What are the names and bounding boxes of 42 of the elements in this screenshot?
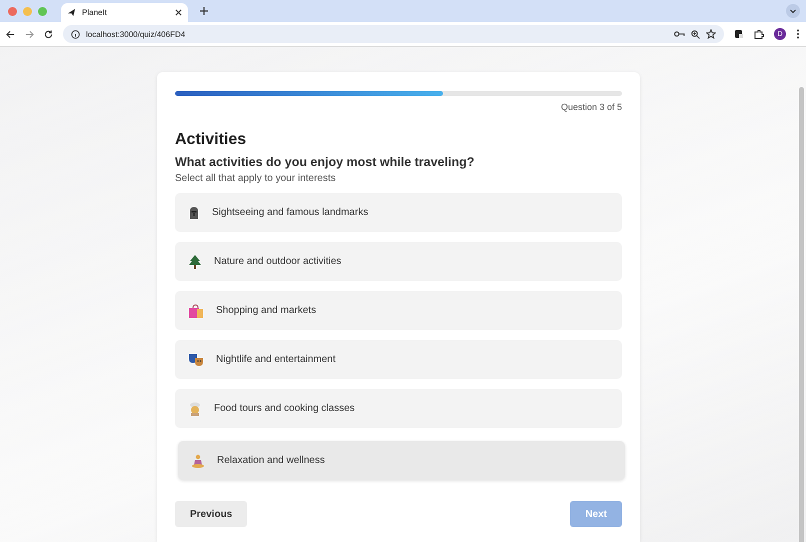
answer-option[interactable]: Shopping and markets [175, 291, 622, 330]
zoom-icon[interactable] [691, 30, 700, 38]
statue-icon [188, 206, 200, 220]
previous-button[interactable]: Previous [175, 501, 248, 527]
tree-icon [188, 254, 202, 268]
close-icon[interactable] [175, 9, 182, 16]
answer-option[interactable]: Food tours and cooking classes [175, 389, 622, 428]
answer-option[interactable]: Relaxation and wellness [178, 441, 625, 480]
address-bar[interactable]: localhost:3000/quiz/406FD4 [63, 25, 724, 43]
chef-icon [188, 402, 202, 416]
section-title: Activities [175, 131, 248, 149]
question-text: What activities do you enjoy most while traveling? [175, 155, 476, 169]
info-icon[interactable] [71, 30, 80, 38]
scrollbar[interactable] [799, 87, 804, 542]
option-label: Sightseeing and famous landmarks [212, 207, 368, 218]
puzzle-icon[interactable] [754, 29, 764, 39]
new-tab-icon[interactable] [200, 7, 208, 15]
option-label: Nature and outdoor activities [214, 256, 342, 267]
extension-icon[interactable] [734, 29, 744, 39]
chevron-down-icon[interactable] [786, 4, 800, 18]
key-icon[interactable] [674, 30, 685, 38]
reload-icon[interactable] [44, 30, 53, 38]
airplane-icon [67, 8, 76, 17]
option-label: Shopping and markets [216, 305, 316, 316]
star-icon[interactable] [706, 29, 716, 39]
shopping-bags-icon [188, 304, 204, 318]
answer-option[interactable]: Sightseeing and famous landmarks [175, 193, 622, 232]
back-icon[interactable] [6, 30, 15, 38]
option-label: Food tours and cooking classes [214, 403, 355, 414]
forward-icon[interactable] [25, 30, 34, 38]
tab-title: PlaneIt [82, 8, 108, 17]
option-label: Nightlife and entertainment [216, 354, 336, 365]
theater-masks-icon [188, 352, 204, 366]
question-hint: Select all that apply to your interests [175, 173, 337, 184]
option-label: Relaxation and wellness [217, 455, 325, 466]
browser-tab[interactable]: PlaneIt [61, 3, 188, 22]
question-counter: Question 3 of 5 [560, 102, 622, 112]
answer-option[interactable]: Nightlife and entertainment [175, 340, 622, 379]
answer-option[interactable]: Nature and outdoor activities [175, 242, 622, 281]
meditating-person-icon [191, 454, 205, 468]
menu-icon[interactable] [796, 29, 800, 39]
url-text: localhost:3000/quiz/406FD4 [86, 30, 186, 38]
